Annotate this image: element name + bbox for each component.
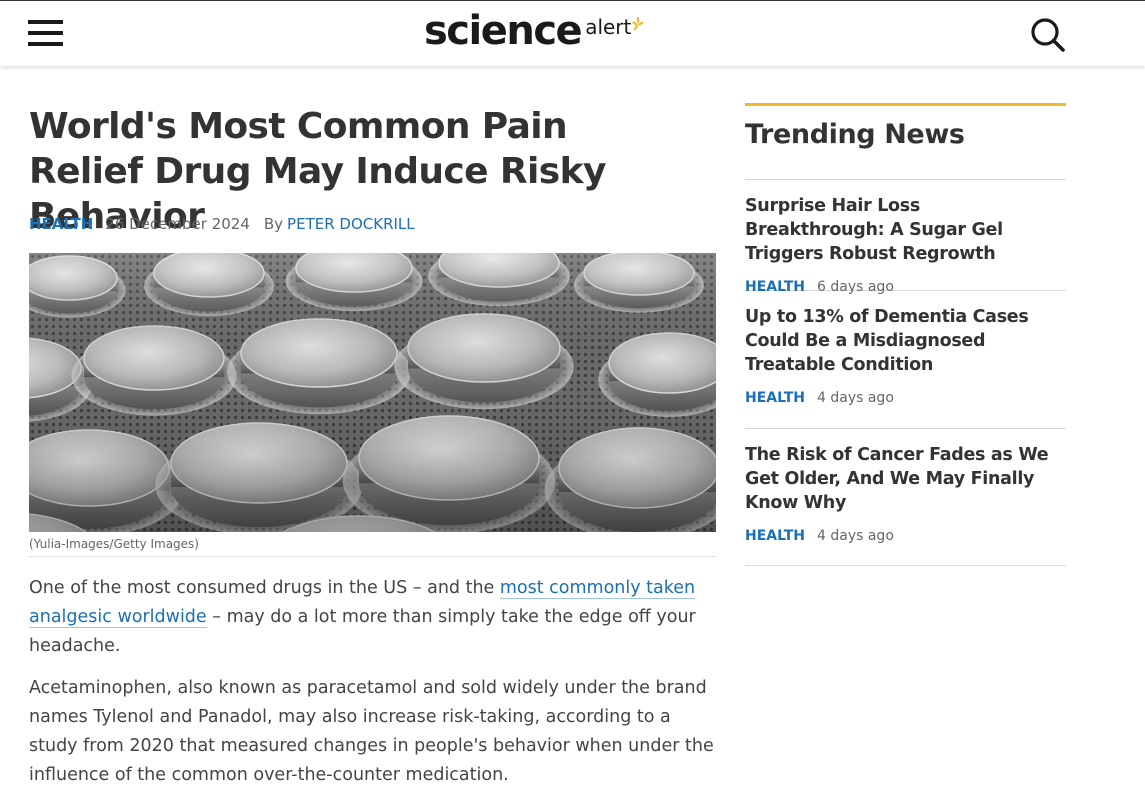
trending-title: Trending News [745, 118, 1066, 180]
menu-bar [28, 31, 63, 35]
menu-bar [28, 20, 63, 24]
author-link[interactable]: PETER DOCKRILL [287, 215, 415, 233]
trending-item-category[interactable]: HEALTH [745, 528, 805, 544]
sunburst-icon [632, 17, 644, 31]
search-icon[interactable] [1029, 16, 1067, 54]
trending-item-category[interactable]: HEALTH [745, 279, 805, 295]
pill-blister-photo [29, 253, 716, 532]
trending-item-meta: HEALTH 4 days ago [745, 525, 1066, 547]
trending-item[interactable]: Up to 13% of Dementia Cases Could Be a M… [745, 291, 1066, 429]
logo-wordmark: science [424, 8, 583, 54]
article-date: 26 December 2024 [105, 215, 250, 233]
article-meta: HEALTH 26 December 2024 By PETER DOCKRIL… [29, 213, 415, 235]
image-caption: (Yulia-Images/Getty Images) [29, 536, 716, 557]
logo-subword: alert [585, 15, 632, 39]
trending-sidebar: Trending News Surprise Hair Loss Breakth… [745, 103, 1066, 566]
trending-item-title[interactable]: Up to 13% of Dementia Cases Could Be a M… [745, 305, 1066, 377]
site-logo[interactable]: science alert [424, 9, 644, 53]
trending-item-category[interactable]: HEALTH [745, 390, 805, 406]
search-glyph [1031, 18, 1065, 52]
article-category-link[interactable]: HEALTH [29, 215, 93, 233]
article-paragraph: Acetaminophen, also known as paracetamol… [29, 678, 714, 785]
trending-item-meta: HEALTH 4 days ago [745, 387, 1066, 409]
trending-item[interactable]: Surprise Hair Loss Breakthrough: A Sugar… [745, 180, 1066, 295]
trending-item-title[interactable]: The Risk of Cancer Fades as We Get Older… [745, 443, 1066, 515]
sidebar-accent-rule [745, 103, 1066, 106]
menu-icon[interactable] [28, 18, 64, 48]
trending-item-time: 4 days ago [817, 390, 894, 406]
byline-label: By [263, 215, 284, 233]
site-header: science alert [0, 0, 1145, 66]
paragraph-text: One of the most consumed drugs in the US… [29, 578, 500, 598]
trending-item[interactable]: The Risk of Cancer Fades as We Get Older… [745, 429, 1066, 566]
hero-image [29, 253, 716, 532]
article-paragraph: One of the most consumed drugs in the US… [29, 574, 717, 661]
trending-item-title[interactable]: Surprise Hair Loss Breakthrough: A Sugar… [745, 194, 1066, 266]
menu-bar [28, 42, 63, 46]
trending-item-time: 6 days ago [817, 279, 894, 295]
trending-item-time: 4 days ago [817, 528, 894, 544]
